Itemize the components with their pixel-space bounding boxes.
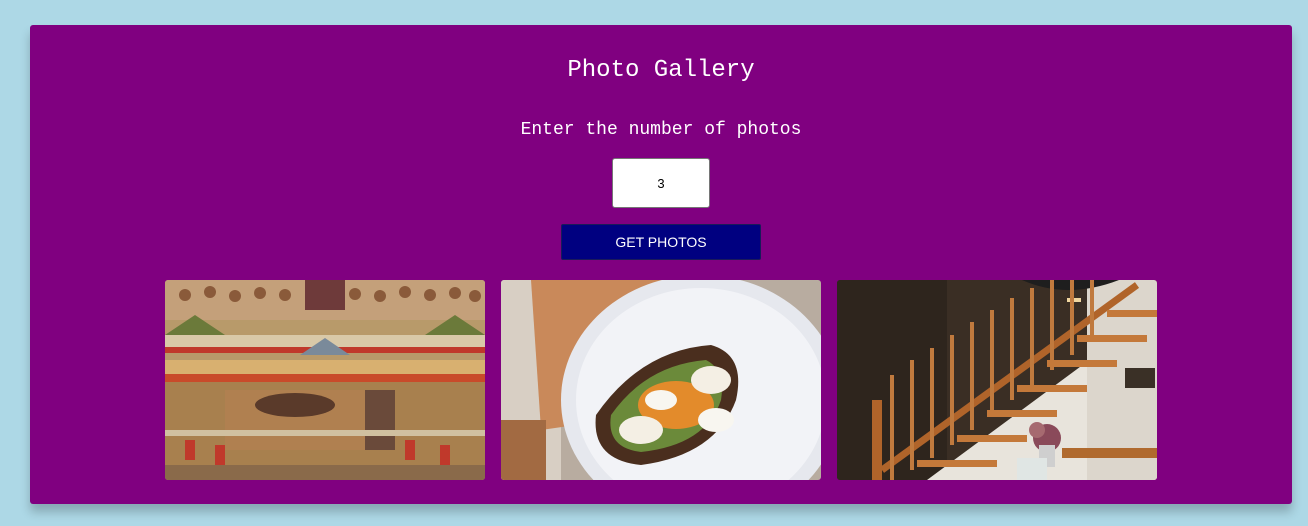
photo-count-label: Enter the number of photos: [520, 120, 802, 140]
photo-plate[interactable]: [501, 280, 821, 480]
get-photos-button[interactable]: GET PHOTOS: [561, 224, 761, 260]
photo-count-input[interactable]: [612, 158, 710, 208]
painting-image: [165, 280, 485, 480]
gallery-card: Photo Gallery Enter the number of photos…: [30, 25, 1292, 504]
photo-staircase[interactable]: [837, 280, 1157, 480]
photo-painting[interactable]: [165, 280, 485, 480]
staircase-image: [837, 280, 1157, 480]
photo-grid: [165, 280, 1157, 480]
page-title: Photo Gallery: [567, 57, 755, 84]
plate-image: [501, 280, 821, 480]
